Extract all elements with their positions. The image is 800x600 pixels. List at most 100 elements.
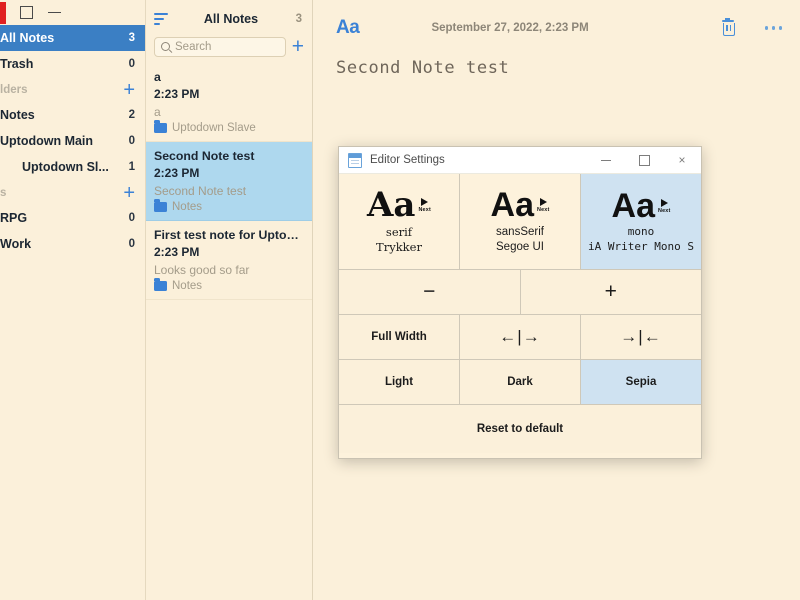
notepad-icon (348, 152, 362, 168)
font-category: mono (627, 225, 655, 239)
note-folder: Notes (154, 199, 304, 213)
font-next-button[interactable]: Next (537, 189, 549, 213)
font-sample: Aa (490, 186, 534, 225)
note-preview: Second Note test (154, 183, 247, 198)
font-category: sansSerif (496, 225, 544, 238)
note-list-header: All Notes 3 (146, 0, 312, 34)
sidebar-item-label: Trash (0, 57, 34, 71)
font-sample-row: Aa Next (611, 187, 671, 225)
font-sample-row: Aa Next (367, 185, 431, 226)
search-input[interactable]: Search (154, 36, 286, 57)
add-folder-button[interactable]: + (123, 80, 135, 100)
font-next-button[interactable]: Next (418, 189, 431, 214)
editor-body[interactable]: Second Note test (314, 56, 800, 82)
dialog-minimize-button[interactable] (587, 147, 625, 174)
app-window: All Notes 3 Trash 0 lders + Notes 2 Uptodown Mai… (0, 0, 800, 600)
sidebar-item-uptodown-main[interactable]: Uptodown Main 0 (0, 128, 145, 154)
folder-icon (154, 278, 167, 291)
font-next-label: Next (657, 208, 671, 214)
sidebar-item-label: Uptodown Sl... (22, 160, 109, 174)
note-content: Second Note test (336, 58, 510, 78)
font-sample: Aa (611, 187, 655, 225)
font-next-label: Next (536, 207, 550, 214)
sidebar-section-header: s + (0, 180, 145, 205)
trash-icon[interactable] (721, 18, 735, 36)
add-folder-button[interactable]: + (123, 183, 135, 203)
font-sample: Aa (367, 185, 416, 226)
font-option-serif[interactable]: Aa Next serif Trykker (339, 174, 460, 269)
decrease-font-size-button[interactable]: − (339, 270, 521, 314)
folder-icon (154, 199, 167, 212)
font-family-name: Segoe UI (496, 241, 544, 254)
full-width-button[interactable]: Full Width (339, 315, 460, 359)
editor-header: Aa September 27, 2022, 2:23 PM (314, 0, 800, 56)
reset-to-default-button[interactable]: Reset to default (339, 405, 701, 453)
note-title: Second Note test (154, 148, 255, 163)
sort-icon[interactable] (154, 12, 168, 26)
sidebar-item-trash[interactable]: Trash 0 (0, 51, 145, 77)
dialog-close-button[interactable]: × (663, 147, 701, 174)
font-option-sansserif[interactable]: Aa Next sansSerif Segoe UI (460, 174, 581, 269)
search-icon (161, 42, 170, 51)
maximize-button[interactable] (12, 2, 40, 24)
note-date: September 27, 2022, 2:23 PM (431, 22, 589, 34)
notes-container: a 2:23 PM a Uptodown Slave Second Note test 2… (146, 63, 312, 300)
widen-button[interactable]: ←|→ (460, 315, 581, 359)
font-sample-row: Aa Next (490, 186, 550, 225)
note-time: 2:23 PM (154, 86, 200, 101)
minimize-button[interactable] (40, 2, 68, 24)
width-row: Full Width ←|→ →|← (339, 315, 701, 360)
editor-settings-dialog: Editor Settings × Aa Next serif Trykker Aa Ne… (338, 146, 702, 459)
sidebar-item-notes[interactable]: Notes 2 (0, 102, 145, 128)
sidebar-item-label: Uptodown Main (0, 134, 94, 148)
dialog-title-bar[interactable]: Editor Settings × (339, 147, 701, 174)
note-list-count: 3 (295, 13, 302, 25)
sidebar-section-header: lders + (0, 77, 145, 102)
sidebar-item-uptodown-sl[interactable]: Uptodown Sl... 1 (0, 154, 145, 180)
theme-dark-button[interactable]: Dark (460, 360, 581, 404)
font-settings-button[interactable]: Aa (336, 17, 360, 39)
font-size-row: − + (339, 270, 701, 315)
note-list-item[interactable]: First test note for Uptod... 2:23 PM Looks… (146, 221, 312, 300)
sidebar-section-label: lders (0, 83, 28, 96)
sidebar-list: All Notes 3 Trash 0 lders + Notes 2 Uptodown Mai… (0, 25, 145, 257)
font-option-mono[interactable]: Aa Next mono iA Writer Mono S (581, 174, 701, 269)
narrow-button[interactable]: →|← (581, 315, 701, 359)
font-next-label: Next (418, 207, 431, 214)
sidebar-item-count: 0 (128, 135, 135, 147)
play-arrow-icon (660, 199, 668, 207)
note-title: a (154, 70, 161, 84)
sidebar-item-label: Work (0, 237, 32, 251)
more-options-icon[interactable] (764, 26, 782, 30)
sidebar-item-count: 0 (128, 58, 135, 70)
sidebar-item-label: All Notes (0, 31, 55, 45)
close-button[interactable] (0, 1, 6, 24)
note-time: 2:23 PM (154, 244, 200, 259)
note-folder: Uptodown Slave (154, 120, 304, 134)
search-row: Search + (146, 34, 312, 63)
dialog-maximize-button[interactable] (625, 147, 663, 174)
increase-font-size-button[interactable]: + (520, 270, 701, 314)
note-time: 2:23 PM (154, 165, 200, 180)
play-arrow-icon (539, 198, 547, 207)
reset-row: Reset to default (339, 405, 701, 453)
note-list-item[interactable]: a 2:23 PM a Uptodown Slave (146, 63, 312, 142)
note-list-item[interactable]: Second Note test 2:23 PM Second Note test N… (146, 141, 312, 221)
sidebar-item-count: 0 (128, 238, 135, 250)
search-placeholder: Search (175, 40, 212, 53)
note-preview: Looks good so far (154, 262, 250, 277)
sidebar-section-label: s (0, 186, 7, 199)
sidebar-item-all-notes[interactable]: All Notes 3 (0, 25, 145, 51)
theme-row: Light Dark Sepia (339, 360, 701, 405)
sidebar-item-label: RPG (0, 211, 28, 225)
note-folder-label: Uptodown Slave (172, 121, 256, 134)
theme-sepia-button[interactable]: Sepia (581, 360, 701, 404)
sidebar-item-rpg[interactable]: RPG 0 (0, 205, 145, 231)
add-note-button[interactable]: + (292, 36, 306, 57)
sidebar-item-work[interactable]: Work 0 (0, 231, 145, 257)
font-next-button[interactable]: Next (658, 190, 670, 214)
note-folder-label: Notes (172, 200, 203, 213)
theme-light-button[interactable]: Light (339, 360, 460, 404)
sidebar-item-count: 1 (128, 161, 135, 173)
font-選-row: Aa Next serif Trykker Aa Next sansSerif Segoe U… (339, 174, 701, 270)
